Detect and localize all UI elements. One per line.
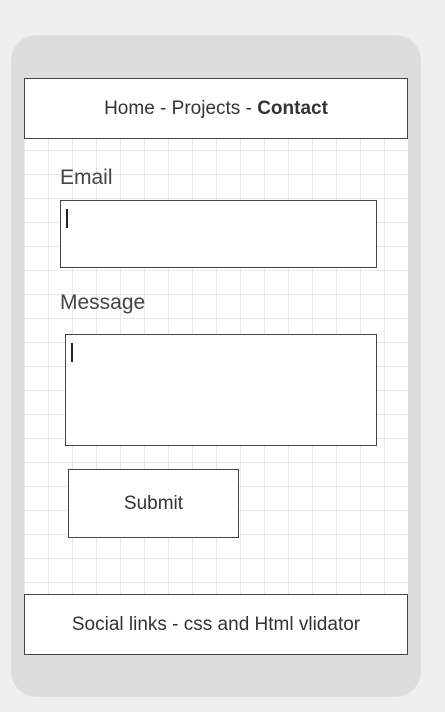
top-nav: Home - Projects - Contact bbox=[24, 78, 408, 139]
nav-separator: - bbox=[154, 97, 172, 119]
message-text-cursor bbox=[71, 343, 73, 362]
email-label: Email bbox=[60, 166, 113, 189]
email-text-cursor bbox=[66, 209, 68, 228]
nav-link-home[interactable]: Home bbox=[104, 98, 155, 120]
nav-link-projects[interactable]: Projects bbox=[172, 98, 241, 120]
nav-separator: - bbox=[240, 97, 258, 119]
submit-button[interactable]: Submit bbox=[68, 469, 239, 538]
email-field[interactable] bbox=[60, 200, 377, 268]
message-field[interactable] bbox=[65, 334, 377, 446]
message-label: Message bbox=[60, 291, 146, 314]
footer-text: Social links - css and Html vlidator bbox=[71, 613, 361, 635]
nav-link-contact[interactable]: Contact bbox=[257, 98, 328, 120]
footer: Social links - css and Html vlidator bbox=[24, 594, 408, 655]
